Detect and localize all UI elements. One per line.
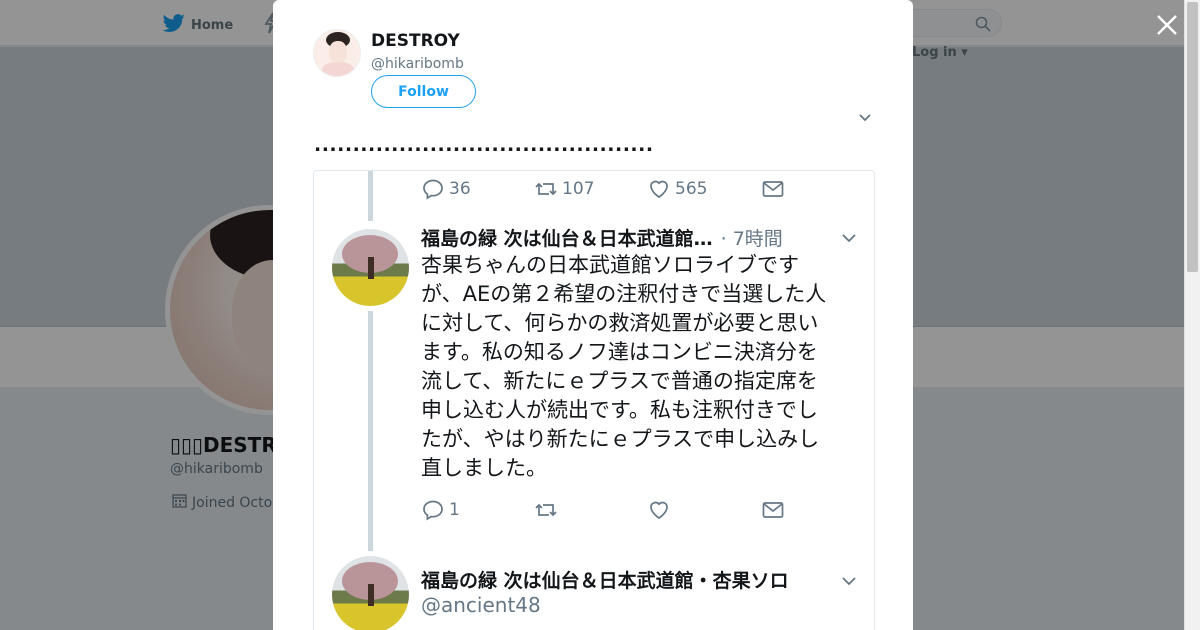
author-avatar[interactable]: [313, 29, 361, 77]
retweet-count: 107: [562, 179, 595, 199]
direct-message-button[interactable]: [761, 177, 785, 201]
tweet-line: たが、やはり新たにｅプラスで申し込みし: [421, 427, 820, 451]
tweet-line: 申し込む人が続出です。私も注釈付きでし: [421, 398, 818, 422]
retweet-button[interactable]: [534, 498, 647, 522]
reply-count: 36: [449, 179, 471, 199]
close-modal-button[interactable]: [1154, 12, 1180, 38]
reply-count: 1: [449, 500, 460, 520]
chevron-down-icon[interactable]: [840, 572, 858, 590]
close-icon: [1157, 15, 1177, 35]
retweet-button[interactable]: 107: [534, 177, 647, 201]
tweet-line: 直しました。: [421, 456, 547, 480]
tweet-line: に対して、何らかの救済処置が必要と思い: [421, 311, 819, 335]
envelope-icon: [762, 502, 784, 518]
heart-icon: [650, 501, 668, 520]
tweet-timestamp[interactable]: · 7時間: [721, 224, 783, 251]
tweet-actions: 1: [421, 498, 785, 522]
reply-button[interactable]: 36: [421, 177, 534, 201]
scrollbar-thumb[interactable]: [1187, 2, 1198, 272]
envelope-icon: [762, 181, 784, 197]
chevron-down-icon[interactable]: [840, 229, 858, 247]
tweet-line: ます。私の知るノフ達はコンビニ決済分を: [421, 340, 818, 364]
reply-icon: [423, 500, 443, 521]
page-scrollbar[interactable]: [1184, 0, 1200, 630]
tweet-body: 杏果ちゃんの日本武道館ソロライブです が、AEの第２希望の注釈付きで当選した人 …: [421, 251, 861, 483]
author-handle[interactable]: @hikaribomb: [371, 56, 464, 72]
tweet-author-handle[interactable]: @ancient48: [421, 593, 541, 617]
direct-message-button[interactable]: [761, 498, 785, 522]
thread-connector-line: [368, 171, 373, 221]
tweet-author-avatar[interactable]: [332, 229, 409, 306]
tweet-author-name[interactable]: 福島の緑 次は仙台＆日本武道館…: [421, 224, 713, 251]
tweet-line: 流して、新たにｅプラスで普通の指定席を: [421, 369, 818, 393]
retweet-icon: [535, 182, 557, 196]
tweet-author-name[interactable]: 福島の緑 次は仙台＆日本武道館・杏果ソロ: [421, 566, 789, 593]
heart-icon: [650, 180, 668, 199]
tweet-modal: DESTROY @hikaribomb Follow .............…: [273, 0, 913, 630]
tweet-text: ........................................…: [314, 134, 654, 156]
thread-connector-line: [368, 311, 373, 551]
like-button[interactable]: 565: [647, 177, 761, 201]
tweet-line: 杏果ちゃんの日本武道館ソロライブです: [421, 253, 799, 277]
tweet-line: が、AEの第２希望の注釈付きで当選した人: [421, 282, 827, 306]
conversation-thread: 36 107 565 福島の緑 次は仙台＆日本武道館… · 7時間 杏果ちゃんの…: [313, 170, 875, 630]
previous-tweet-actions: 36 107 565: [421, 177, 785, 201]
tweet-header: 福島の緑 次は仙台＆日本武道館・杏果ソロ: [421, 566, 789, 593]
chevron-down-icon[interactable]: [857, 110, 873, 126]
author-name[interactable]: DESTROY: [371, 31, 460, 51]
reply-icon: [423, 179, 443, 200]
tweet-header: 福島の緑 次は仙台＆日本武道館… · 7時間: [421, 224, 783, 251]
retweet-icon: [535, 503, 557, 517]
tweet-author-avatar[interactable]: [332, 556, 409, 630]
follow-button[interactable]: Follow: [371, 75, 476, 108]
like-count: 565: [675, 179, 708, 199]
reply-button[interactable]: 1: [421, 498, 534, 522]
like-button[interactable]: [647, 498, 761, 522]
